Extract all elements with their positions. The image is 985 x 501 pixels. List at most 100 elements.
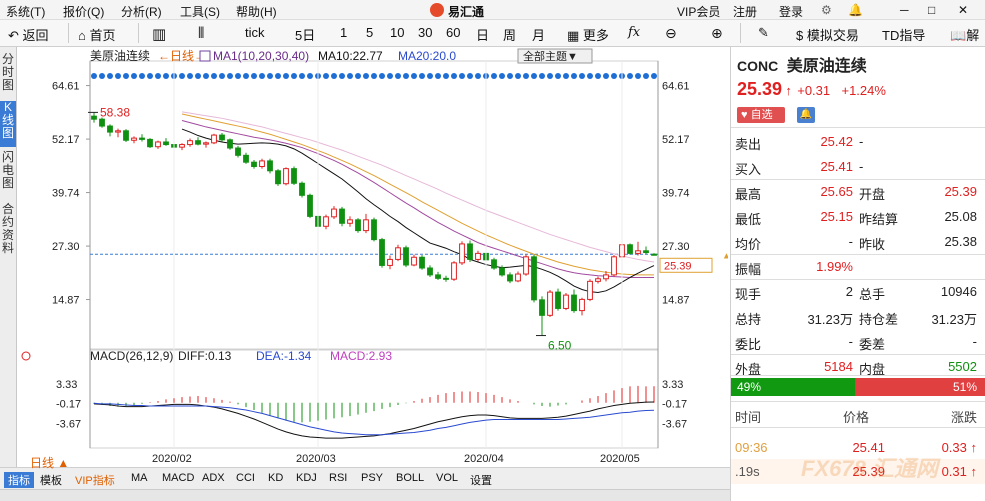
candle-body xyxy=(339,208,345,224)
tab-settings[interactable]: 设置 xyxy=(470,472,492,488)
event-marker-dot xyxy=(427,73,433,79)
candle-body xyxy=(507,274,513,282)
settings-icon[interactable]: ⚙ xyxy=(821,3,832,17)
price-tick-right: 64.61 xyxy=(662,81,690,93)
period-week[interactable]: 周 xyxy=(503,25,516,44)
zoom-out-icon[interactable]: ⊖ xyxy=(665,25,677,42)
event-marker-dot xyxy=(635,73,641,79)
notify-bell-button[interactable]: 🔔 xyxy=(797,107,815,123)
tab-cci[interactable]: CCI xyxy=(236,472,255,484)
symbol-name: 美原油连续 xyxy=(786,58,867,75)
tab-rsi[interactable]: RSI xyxy=(329,472,347,484)
trade-time: .19s xyxy=(735,464,760,479)
tab-adx[interactable]: ADX xyxy=(202,472,225,484)
back-button[interactable]: ↶ 返回 xyxy=(8,25,49,44)
period-5day[interactable]: 5日 xyxy=(295,25,315,44)
period-5min[interactable]: 5 xyxy=(366,25,373,40)
x-tick-label: 2020/04 xyxy=(464,453,504,465)
candle-body xyxy=(107,125,113,133)
menu-quote[interactable]: 报价(Q) xyxy=(63,3,104,20)
buy-pct: 49% xyxy=(737,380,762,394)
back-arrow-icon: ↶ xyxy=(8,28,19,43)
quote-value: 5502 xyxy=(948,359,977,374)
nav-flash[interactable]: 闪电图 xyxy=(0,151,16,195)
add-watchlist-button[interactable]: ♥ 自选 xyxy=(737,107,785,123)
tab-ma[interactable]: MA xyxy=(131,472,148,484)
tab-indicator[interactable]: 指标 xyxy=(4,472,34,488)
close-button[interactable]: ✕ xyxy=(958,3,968,17)
event-marker-dot xyxy=(515,73,521,79)
quote-value: 25.15 xyxy=(820,209,853,224)
chart-symbol-name: 美原油连续 xyxy=(90,48,150,63)
login-link[interactable]: 登录 xyxy=(779,3,803,20)
event-marker-dot xyxy=(187,73,193,79)
candle-chart-icon[interactable]: ⫴ xyxy=(198,25,204,42)
draw-pen-icon[interactable]: ✎ xyxy=(758,25,769,41)
tab-boll[interactable]: BOLL xyxy=(396,472,424,484)
quote-row: 买入 25.41- xyxy=(731,154,985,179)
trades-header: 时间 价格 涨跌 xyxy=(731,407,985,425)
explain-label: 解 xyxy=(966,28,980,43)
register-link[interactable]: 注册 xyxy=(733,3,757,20)
tab-kd[interactable]: KD xyxy=(268,472,283,484)
trade-time: 09:36 xyxy=(735,440,768,455)
period-indicator[interactable]: 日线 ▲ xyxy=(30,454,69,471)
quote-value: - xyxy=(848,234,853,249)
minimize-button[interactable]: ─ xyxy=(900,3,909,17)
explain-button[interactable]: 📖解 xyxy=(950,25,979,44)
book-icon: 📖 xyxy=(950,28,967,43)
period-day[interactable]: 日 xyxy=(476,25,489,44)
tab-vol[interactable]: VOL xyxy=(436,472,458,484)
candle-body xyxy=(603,274,609,280)
td-indicator-button[interactable]: TD指导 xyxy=(882,25,925,44)
menu-analysis[interactable]: 分析(R) xyxy=(121,3,162,20)
candle-body xyxy=(299,182,305,196)
period-30min[interactable]: 30 xyxy=(418,25,432,40)
event-marker-dot xyxy=(603,73,609,79)
nav-kline[interactable]: K线图 xyxy=(0,101,16,147)
period-month[interactable]: 月 xyxy=(532,25,545,44)
more-button[interactable]: ▦ 更多 xyxy=(567,25,609,44)
period-10min[interactable]: 10 xyxy=(390,25,404,40)
vip-link[interactable]: VIP会员 xyxy=(677,3,720,20)
tick-button[interactable]: tick xyxy=(245,25,265,40)
candle-body xyxy=(411,256,417,266)
formula-button[interactable]: fx xyxy=(628,25,640,40)
sim-trade-button[interactable]: $ 模拟交易 xyxy=(796,25,859,44)
quote-value: 1.99% xyxy=(816,259,853,274)
zoom-in-icon[interactable]: ⊕ xyxy=(711,25,723,42)
quote-label: - xyxy=(859,159,864,174)
quote-label: 卖出 xyxy=(735,137,762,152)
event-marker-dot xyxy=(139,73,145,79)
event-marker-dot xyxy=(203,73,209,79)
last-price-tag-arrow: ▲ xyxy=(722,250,728,260)
maximize-button[interactable]: □ xyxy=(928,3,935,17)
event-marker-dot xyxy=(507,73,513,79)
tab-psy[interactable]: PSY xyxy=(361,472,383,484)
candle-body xyxy=(571,294,577,312)
period-60min[interactable]: 60 xyxy=(446,25,460,40)
event-marker-dot xyxy=(283,73,289,79)
event-marker-dot xyxy=(251,73,257,79)
alert-icon[interactable]: 🔔 xyxy=(848,3,863,17)
candle-body xyxy=(443,277,449,280)
tab-template[interactable]: 模板 xyxy=(40,472,62,488)
nav-contract[interactable]: 合约资料 xyxy=(0,203,16,261)
menu-system[interactable]: 系统(T) xyxy=(6,3,45,20)
trades-col-price: 价格 xyxy=(843,410,870,425)
buy-sell-bar: 49% 51% xyxy=(731,378,985,396)
event-marker-dot xyxy=(179,73,185,79)
menu-tools[interactable]: 工具(S) xyxy=(180,3,220,20)
tab-macd[interactable]: MACD xyxy=(162,472,194,484)
period-1min[interactable]: 1 xyxy=(340,25,347,40)
event-marker-dot xyxy=(331,73,337,79)
menu-help[interactable]: 帮助(H) xyxy=(236,3,277,20)
quote-value: 2 xyxy=(845,284,853,299)
tab-vip-indicator[interactable]: VIP指标 xyxy=(75,472,115,488)
kline-chart-icon[interactable]: ▥ xyxy=(152,25,166,43)
home-button[interactable]: ⌂ 首页 xyxy=(78,25,116,44)
nav-fenshi[interactable]: 分时图 xyxy=(0,53,16,97)
kline-chart[interactable]: 美原油连续 ←日线→ MA1(10,20,30,40) MA10:22.77 MA20:… xyxy=(18,47,731,468)
up-arrow-icon: ↑ xyxy=(785,83,792,98)
tab-kdj[interactable]: KDJ xyxy=(296,472,317,484)
